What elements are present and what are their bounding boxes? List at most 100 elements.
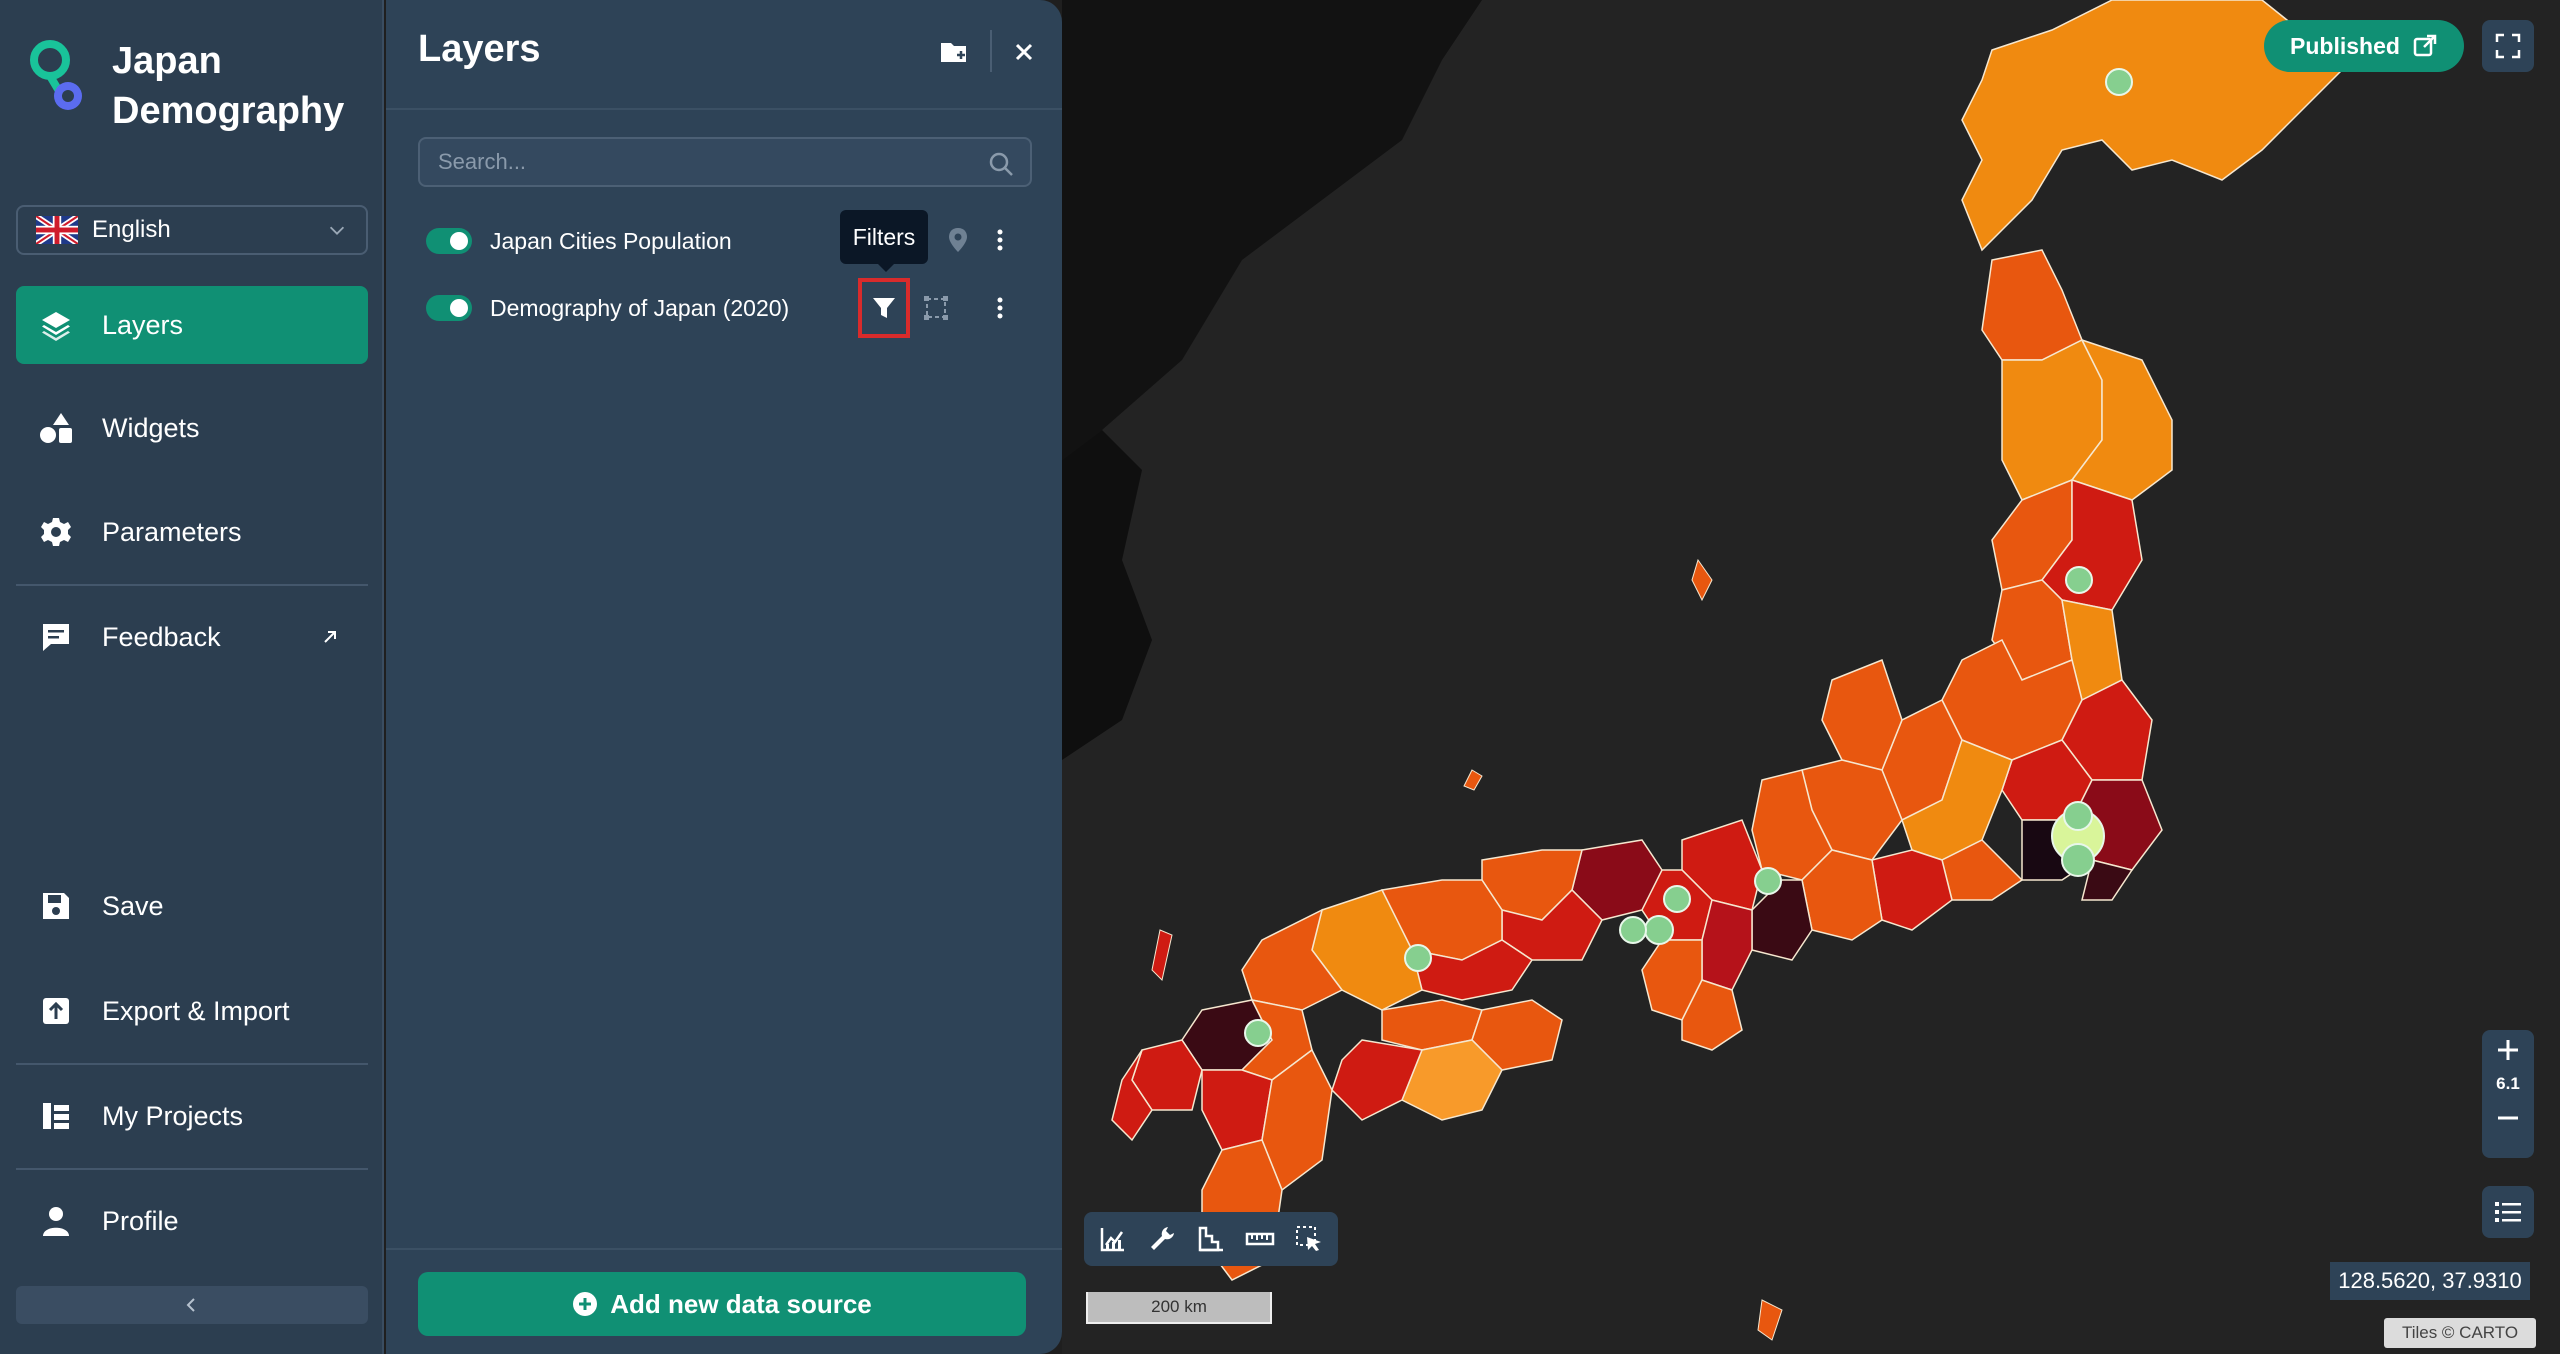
sidebar-item-label: Layers	[102, 309, 184, 340]
filter-icon	[873, 298, 895, 318]
collapse-sidebar-button[interactable]	[16, 1286, 368, 1324]
sidebar-item-widgets[interactable]: Widgets	[16, 389, 368, 467]
sidebar-divider	[16, 1168, 368, 1170]
plus-icon	[2498, 1040, 2518, 1060]
search-input[interactable]	[420, 139, 1030, 185]
panel-title: Layers	[418, 28, 541, 70]
chart-icon	[1100, 1228, 1124, 1252]
island	[1691, 558, 1713, 602]
close-icon	[1015, 43, 1033, 61]
folder-plus-icon	[941, 43, 966, 62]
city-point[interactable]	[1754, 867, 1782, 895]
layer-options-button[interactable]	[978, 286, 1022, 330]
header-separator	[990, 30, 992, 72]
island	[1463, 769, 1483, 791]
city-point[interactable]	[1619, 916, 1647, 944]
layer-options-button[interactable]	[978, 218, 1022, 262]
selection-box-icon	[924, 296, 948, 320]
sidebar-item-parameters[interactable]: Parameters	[16, 493, 368, 571]
gear-icon	[38, 514, 74, 550]
sidebar-item-layers[interactable]: Layers	[16, 286, 368, 364]
upload-icon	[38, 993, 74, 1029]
select-cursor-icon	[1296, 1226, 1322, 1251]
more-vertical-icon	[997, 297, 1003, 319]
published-button[interactable]: Published	[2264, 20, 2464, 72]
projects-icon	[38, 1098, 74, 1134]
legend-button[interactable]	[2482, 1186, 2534, 1238]
layers-icon	[38, 307, 74, 343]
external-link-icon	[2413, 34, 2437, 57]
uk-flag-icon	[36, 216, 78, 244]
wrench-icon	[1150, 1227, 1174, 1250]
measure-tool-button[interactable]	[1240, 1219, 1280, 1259]
filters-tooltip: Filters	[840, 210, 928, 272]
sidebar-item-export-import[interactable]: Export & Import	[16, 972, 368, 1050]
layers-panel: Layers Japan Cities Population Demograph…	[386, 0, 1062, 1354]
city-point[interactable]	[1663, 885, 1691, 913]
sidebar-divider	[16, 1063, 368, 1065]
map-canvas[interactable]	[1062, 0, 2560, 1354]
external-link-icon	[324, 631, 336, 643]
elevation-profile-icon	[1198, 1226, 1223, 1252]
shikoku-region	[1331, 999, 1563, 1121]
city-point[interactable]	[1244, 1019, 1272, 1047]
add-folder-button[interactable]	[936, 34, 972, 70]
layer-visibility-toggle[interactable]	[426, 228, 472, 254]
city-point[interactable]	[2061, 843, 2095, 877]
layer-filter-button[interactable]	[858, 278, 910, 338]
sidebar-item-label: Parameters	[102, 516, 242, 547]
map-basemap	[1062, 0, 2354, 1341]
layer-name: Demography of Japan (2020)	[490, 294, 790, 321]
city-point[interactable]	[2105, 68, 2133, 96]
panel-footer-divider	[386, 1248, 1062, 1250]
layer-search	[418, 137, 1032, 187]
scale-bar: 200 km	[1086, 1292, 1272, 1324]
ruler-icon	[1245, 1232, 1275, 1246]
sidebar-item-profile[interactable]: Profile	[16, 1182, 368, 1260]
language-selector[interactable]: English	[16, 205, 368, 255]
sidebar: Japan Demography English Layers Widgets …	[0, 0, 384, 1354]
sidebar-item-label: Feedback	[102, 621, 221, 652]
map-attribution: Tiles © CARTO	[2384, 1318, 2536, 1348]
chevron-left-icon	[186, 1298, 195, 1312]
city-point[interactable]	[1644, 915, 1674, 945]
island	[1151, 929, 1173, 981]
select-tool-button[interactable]	[1289, 1219, 1329, 1259]
zoom-in-button[interactable]	[2482, 1030, 2534, 1070]
fullscreen-button[interactable]	[2482, 20, 2534, 72]
chart-tool-button[interactable]	[1093, 1219, 1133, 1259]
add-data-source-button[interactable]: Add new data source	[418, 1272, 1026, 1336]
island	[1757, 1299, 1783, 1341]
search-icon[interactable]	[988, 151, 1014, 177]
zoom-level: 6.1	[2496, 1074, 2520, 1093]
sidebar-item-save[interactable]: Save	[16, 867, 368, 945]
sidebar-item-feedback[interactable]: Feedback	[16, 598, 368, 676]
continent-landmass	[1062, 0, 1482, 460]
coordinates-readout: 128.5620, 37.9310	[2330, 1262, 2530, 1300]
brand: Japan Demography	[28, 36, 372, 136]
city-point[interactable]	[1404, 944, 1432, 972]
layer-selection-button[interactable]	[914, 286, 958, 330]
sidebar-item-label: Export & Import	[102, 995, 290, 1026]
sidebar-item-label: Save	[102, 890, 164, 921]
city-point[interactable]	[2065, 566, 2093, 594]
published-label: Published	[2290, 32, 2400, 59]
zoom-control: 6.1	[2482, 1030, 2534, 1158]
wrench-tool-button[interactable]	[1142, 1219, 1182, 1259]
layer-name: Japan Cities Population	[490, 227, 732, 254]
chevron-down-icon	[329, 226, 345, 235]
legend-list-icon	[2495, 1202, 2521, 1222]
city-point[interactable]	[2063, 801, 2093, 831]
map-pin-icon	[949, 228, 967, 252]
fullscreen-icon	[2495, 33, 2521, 59]
layer-visibility-toggle[interactable]	[426, 295, 472, 321]
panel-header-divider	[386, 108, 1062, 110]
sidebar-item-my-projects[interactable]: My Projects	[16, 1077, 368, 1155]
close-panel-button[interactable]	[1006, 34, 1042, 70]
sidebar-item-label: My Projects	[102, 1100, 244, 1131]
profile-tool-button[interactable]	[1191, 1219, 1231, 1259]
korea-landmass	[1062, 430, 1152, 760]
layer-pin-button[interactable]	[936, 218, 980, 262]
zoom-out-button[interactable]	[2482, 1098, 2534, 1138]
plus-circle-icon	[573, 1292, 598, 1316]
